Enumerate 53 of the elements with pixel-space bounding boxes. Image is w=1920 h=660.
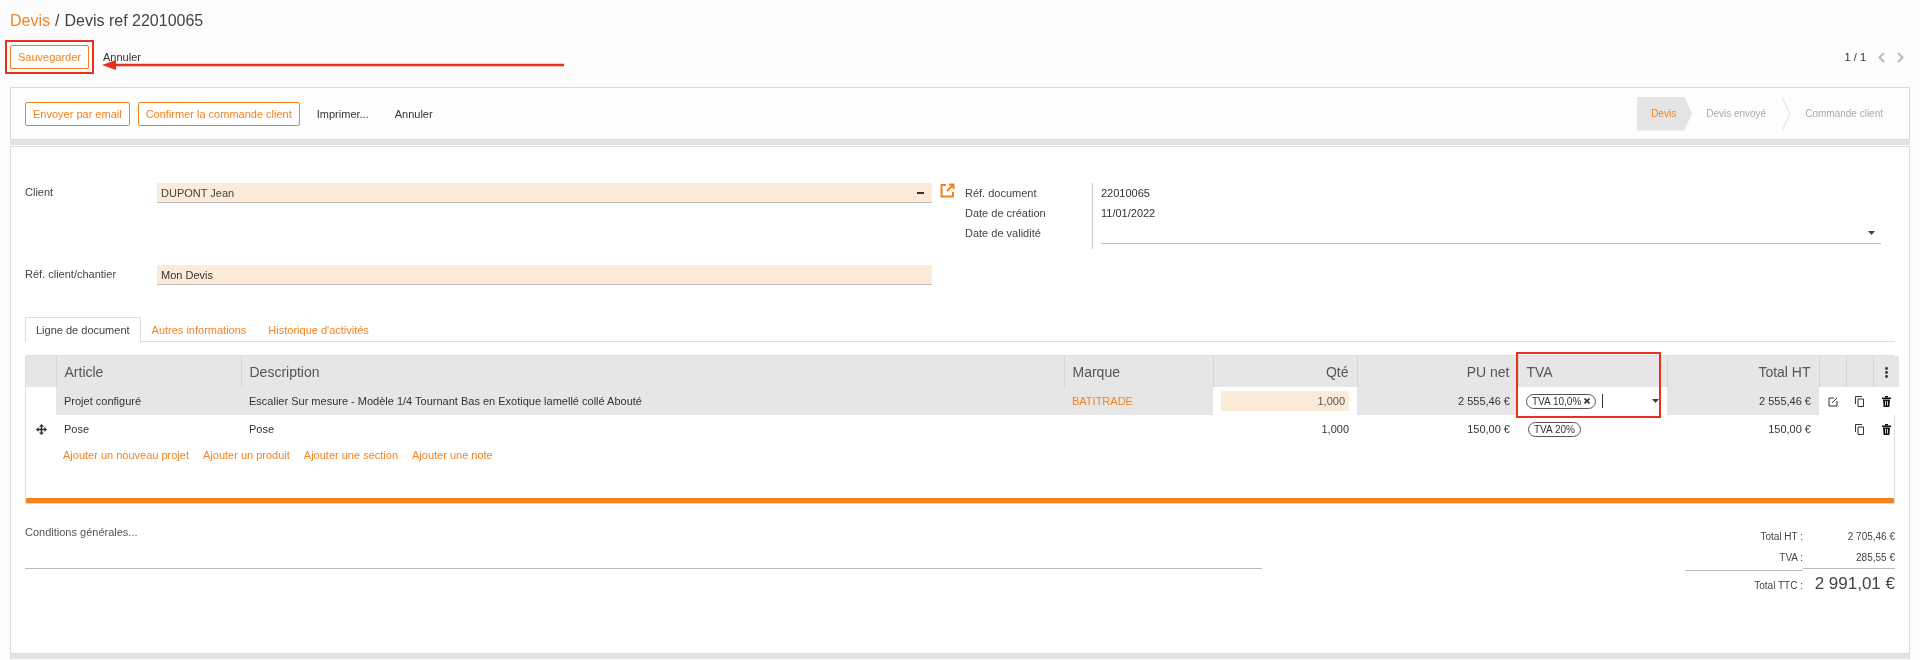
- field-label: Réf. document: [965, 186, 1038, 201]
- breadcrumb-separator: /: [55, 12, 60, 31]
- input-field[interactable]: Mon Devis: [157, 265, 932, 285]
- terms-field[interactable]: Conditions générales...: [25, 526, 1262, 569]
- link-button[interactable]: Imprimer...: [307, 102, 378, 125]
- quantity-field[interactable]: 1,000: [1221, 391, 1349, 411]
- kebab-menu-icon[interactable]: [1884, 367, 1888, 379]
- field-value: 22010065: [1101, 187, 1150, 199]
- field-label: Client: [25, 185, 55, 198]
- total-label: Total HT :: [1759, 530, 1803, 544]
- table-cell: 2 555,46 €: [1759, 395, 1811, 407]
- link-button[interactable]: Annuler: [94, 50, 150, 64]
- field-label: Date de validité: [965, 226, 1042, 241]
- column-header[interactable]: Marque: [1064, 356, 1213, 387]
- copy-icon[interactable]: [1855, 396, 1864, 408]
- table-cell: 150,00 €: [1467, 423, 1510, 435]
- link-button[interactable]: Annuler: [385, 102, 442, 125]
- page-title: Devis ref 22010065: [64, 12, 204, 31]
- grand-total-value: 2 991,01 €: [1803, 568, 1895, 594]
- copy-icon[interactable]: [1855, 424, 1864, 436]
- column-header[interactable]: Total HT: [1667, 356, 1819, 387]
- table-cell: 150,00 €: [1768, 423, 1811, 435]
- total-value: 2 705,46 €: [1846, 530, 1895, 544]
- editing-row[interactable]: Projet configuré Escalier Sur mesure - Modèle 1/4 Tournant Bas en Exotique lamellé collé Abouté BATITRADE 1,000 2 555,46 € TVA 10,0% 2 555,46 €: [26, 387, 1899, 415]
- trash-icon[interactable]: [1881, 424, 1891, 436]
- table-cell: Pose: [249, 423, 275, 435]
- tab[interactable]: Ligne de document: [25, 317, 141, 342]
- remove-icon[interactable]: [1584, 398, 1591, 404]
- table-cell: 2 555,46 €: [1458, 395, 1510, 407]
- table-cell: Pose: [64, 423, 90, 435]
- move-icon[interactable]: [35, 424, 47, 436]
- total-label: TVA :: [1778, 551, 1803, 565]
- table-row[interactable]: Pose Pose 1,000 150,00 € TVA 20% 150,00 €: [26, 415, 1899, 443]
- select-value: DUPONT Jean: [161, 186, 235, 199]
- field-label: Réf. client/chantier: [25, 267, 118, 280]
- trash-icon[interactable]: [1881, 396, 1891, 408]
- table-cell: Projet configuré: [64, 395, 142, 407]
- total-value: 285,55 €: [1855, 551, 1895, 565]
- column-header[interactable]: PU net: [1357, 356, 1518, 387]
- pager-text: 1 / 1: [1844, 51, 1866, 63]
- client-select[interactable]: DUPONT Jean: [157, 183, 932, 203]
- total-label: Total TTC :: [1685, 570, 1803, 596]
- column-header[interactable]: Description: [241, 356, 1064, 387]
- edit-icon[interactable]: [1827, 397, 1838, 408]
- column-header[interactable]: Article: [56, 356, 241, 387]
- field-label: Date de création: [965, 206, 1047, 221]
- external-link-icon[interactable]: [940, 183, 955, 198]
- field-value: 11/01/2022: [1101, 207, 1156, 219]
- table-cell: 1,000: [1321, 423, 1349, 435]
- column-header[interactable]: TVA: [1518, 356, 1667, 387]
- column-header[interactable]: Qté: [1213, 356, 1357, 387]
- step-separator: [1782, 96, 1792, 131]
- table-cell: Escalier Sur mesure - Modèle 1/4 Tournant Bas en Exotique lamellé collé Abouté: [249, 395, 642, 407]
